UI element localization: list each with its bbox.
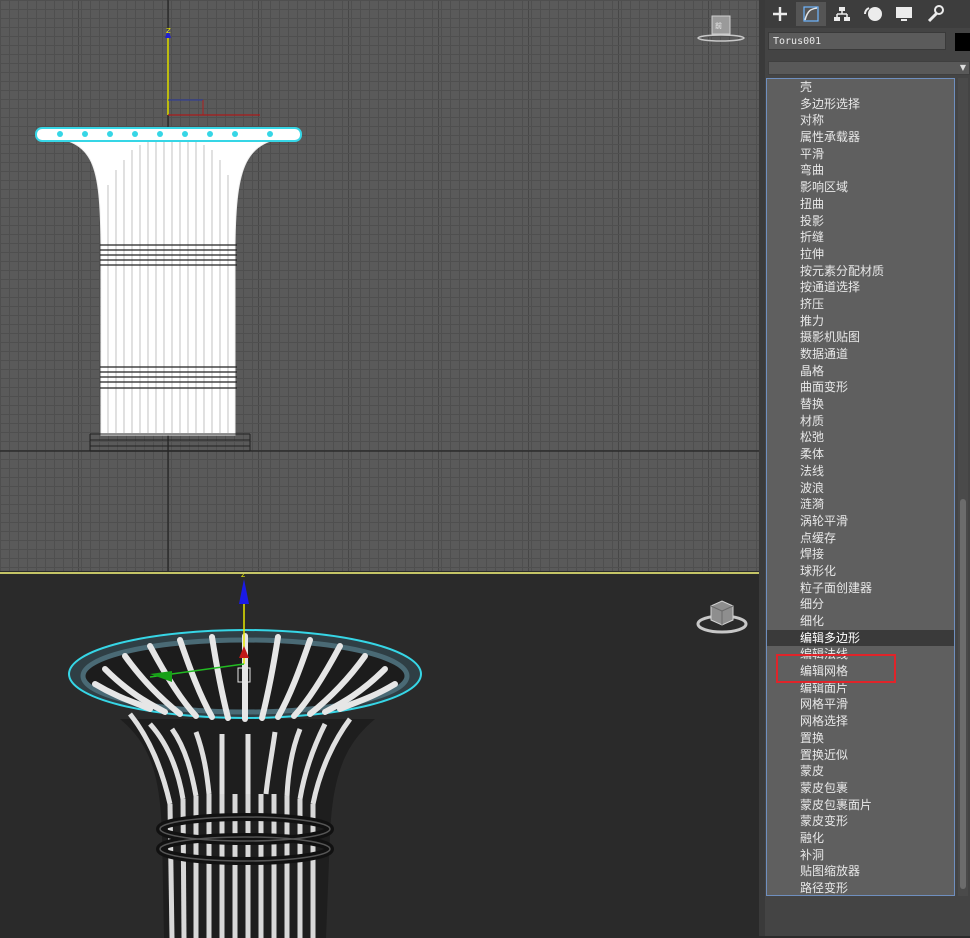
modifier-list-item[interactable]: 数据通道 (767, 346, 954, 363)
modifier-list-item[interactable]: 投影 (767, 213, 954, 230)
modifier-list-item[interactable]: 焊接 (767, 546, 954, 563)
modifier-list-item[interactable]: 扭曲 (767, 196, 954, 213)
modifier-list-item[interactable]: 挤压 (767, 296, 954, 313)
modifier-list-item[interactable]: 弯曲 (767, 162, 954, 179)
gizmo-z-label: z (166, 26, 171, 36)
modifier-list-item[interactable]: 涟漪 (767, 496, 954, 513)
modifier-list-item[interactable]: 对称 (767, 112, 954, 129)
modifier-list-item[interactable]: 细化 (767, 613, 954, 630)
modifier-list-item[interactable]: 贴图缩放器 (767, 863, 954, 880)
modifier-list-scrollbar[interactable] (958, 78, 968, 896)
modifier-list-item[interactable]: 摄影机贴图 (767, 329, 954, 346)
modifier-list-item[interactable]: 网格选择 (767, 713, 954, 730)
modifier-list-item[interactable]: 粒子面创建器 (767, 580, 954, 597)
chevron-down-icon: ▼ (959, 63, 966, 72)
modifier-list-item[interactable]: 编辑网格 (767, 663, 954, 680)
utilities-tab-wrench-icon[interactable] (920, 2, 950, 26)
modifier-list-item[interactable]: 壳 (767, 79, 954, 96)
modifier-list-item[interactable]: 蒙皮包裹 (767, 780, 954, 797)
modifier-list-item[interactable]: 折缝 (767, 229, 954, 246)
modifier-list-item[interactable]: 置换近似 (767, 747, 954, 764)
modifier-list-item[interactable]: 推力 (767, 313, 954, 330)
modifier-list-item[interactable]: 编辑面片 (767, 680, 954, 697)
persp-gizmo-z-label: z (241, 574, 245, 579)
modifier-list[interactable]: 壳多边形选择 对称 属性承载器 平滑 弯曲 影响区域 扭曲 投影 折缝 拉伸 按元素分配材质 按通道选… (766, 78, 955, 896)
modifier-list-item[interactable]: 编辑多边形 (767, 629, 954, 647)
modifier-list-item[interactable]: 路径变形 (767, 880, 954, 895)
modifier-list-item[interactable]: 蒙皮变形 (767, 813, 954, 830)
front-viewport[interactable]: z 前 (0, 0, 759, 571)
modifier-list-item[interactable]: 编辑法线 (767, 646, 954, 663)
modifier-list-item[interactable]: 法线 (767, 463, 954, 480)
hierarchy-tab-hierarchy-icon[interactable] (827, 2, 857, 26)
viewcube-perspective-icon[interactable] (695, 596, 749, 640)
display-tab-monitor-icon[interactable] (889, 2, 919, 26)
modifier-list-item[interactable]: 属性承载器 (767, 129, 954, 146)
modifier-list-item[interactable]: 柔体 (767, 446, 954, 463)
modifier-list-item[interactable]: 松弛 (767, 429, 954, 446)
modifier-list-item[interactable]: 平滑 (767, 146, 954, 163)
modifier-list-item[interactable]: 拉伸 (767, 246, 954, 263)
modifier-list-item[interactable]: 晶格 (767, 363, 954, 380)
modifier-list-item[interactable]: 按元素分配材质 (767, 263, 954, 280)
perspective-viewport-scene: z (68, 574, 422, 938)
modifier-list-dropdown[interactable]: ▼ (768, 61, 970, 75)
modifier-list-item[interactable]: 融化 (767, 830, 954, 847)
modifier-list-item[interactable]: 置换 (767, 730, 954, 747)
command-panel-tabs (765, 0, 970, 28)
modifier-list-item[interactable]: 替换 (767, 396, 954, 413)
motion-tab-motion-icon[interactable] (858, 2, 888, 26)
svg-text:前: 前 (715, 21, 722, 30)
modifier-list-item[interactable]: 影响区域 (767, 179, 954, 196)
modifier-list-item[interactable]: 材质 (767, 413, 954, 430)
modifier-list-item[interactable]: 波浪 (767, 480, 954, 497)
modifier-list-item[interactable]: 点缓存 (767, 530, 954, 547)
object-name-input[interactable]: Torus001 (768, 32, 946, 50)
modifier-list-item[interactable]: 曲面变形 (767, 379, 954, 396)
modifier-list-item[interactable]: 蒙皮 (767, 763, 954, 780)
modifier-list-item[interactable]: 细分 (767, 596, 954, 613)
object-name-row: Torus001 (765, 30, 970, 54)
vase-shaded-model[interactable] (68, 629, 422, 938)
modifier-list-item[interactable]: 球形化 (767, 563, 954, 580)
modifier-list-item[interactable]: 按通道选择 (767, 279, 954, 296)
modifier-list-item[interactable]: 多边形选择 (767, 96, 954, 113)
object-color-swatch[interactable] (955, 33, 970, 51)
modify-tab-curve-icon[interactable] (796, 2, 826, 26)
create-tab-plus-icon[interactable] (765, 2, 795, 26)
viewcube-front-icon[interactable]: 前 (696, 14, 746, 46)
scrollbar-thumb[interactable] (960, 499, 966, 889)
modifier-list-item[interactable]: 涡轮平滑 (767, 513, 954, 530)
transform-gizmo[interactable]: z (165, 26, 262, 137)
vase-wireframe[interactable] (35, 127, 302, 452)
modifier-list-item[interactable]: 蒙皮包裹面片 (767, 797, 954, 814)
command-panel: Torus001 ▼ 壳多边形选择 对称 属性承载器 平滑 弯曲 影响区域 扭曲 投影 折缝 拉伸… (765, 0, 970, 936)
front-viewport-scene: z (0, 0, 759, 571)
modifier-list-item[interactable]: 补洞 (767, 847, 954, 864)
perspective-viewport[interactable]: z (0, 572, 759, 938)
modifier-list-item[interactable]: 网格平滑 (767, 696, 954, 713)
